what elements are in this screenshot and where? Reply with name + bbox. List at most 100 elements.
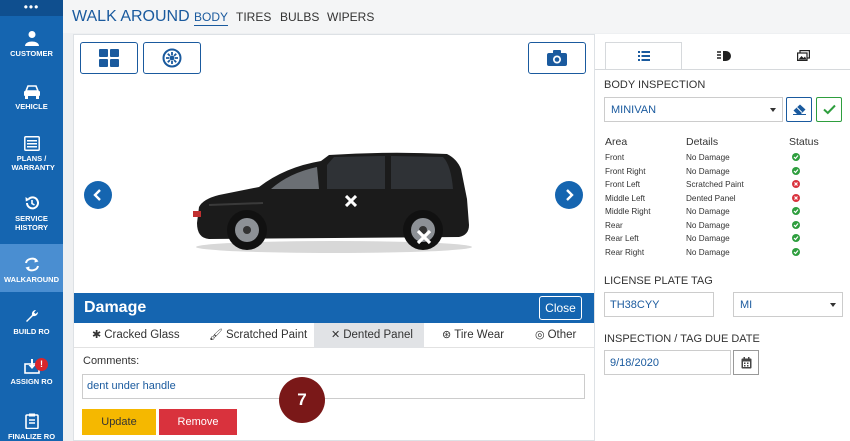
sidebar-item-finalize-ro[interactable]: FINALIZE RO	[0, 413, 63, 441]
tab-tires[interactable]: TIRES	[236, 10, 271, 24]
sidebar-item-vehicle[interactable]: VEHICLE	[0, 85, 63, 111]
table-row[interactable]: Front No Damage	[605, 153, 845, 167]
images-icon	[797, 50, 810, 61]
column-header-details: Details	[686, 136, 719, 148]
sidebar-item-plans-warranty[interactable]: PLANS / WARRANTY	[0, 136, 63, 172]
tab-divider	[595, 69, 850, 70]
tab-other[interactable]: ◎ Other	[535, 323, 576, 348]
sidebar-menu-toggle[interactable]: •••	[0, 0, 63, 16]
calendar-button[interactable]	[733, 350, 759, 375]
tab-checklist[interactable]	[605, 42, 682, 69]
asterisk-icon: ✱	[92, 329, 102, 341]
area-cell: Rear Right	[605, 247, 645, 257]
check-circle-icon	[792, 153, 800, 161]
grid-view-button[interactable]	[80, 42, 138, 74]
list-icon	[23, 136, 40, 151]
history-icon	[25, 196, 39, 210]
area-cell: Front	[605, 153, 625, 162]
person-icon	[24, 31, 39, 46]
column-header-status: Status	[789, 136, 819, 148]
chevron-down-icon	[830, 303, 836, 307]
x-icon: ✕	[331, 329, 341, 341]
vehicle-type-select[interactable]: MINIVAN	[604, 97, 783, 122]
tab-scratched-paint[interactable]: 🖌 Scratched Paint	[209, 323, 307, 348]
state-select[interactable]: MI	[733, 292, 843, 317]
tab-label: Dented Panel	[343, 329, 413, 341]
damage-marker[interactable]	[344, 194, 358, 212]
area-cell: Rear	[605, 220, 623, 230]
remove-button[interactable]: Remove	[159, 409, 237, 435]
body-inspection-label: BODY INSPECTION	[604, 79, 706, 91]
calendar-icon	[741, 356, 751, 368]
refresh-icon	[24, 257, 39, 272]
tab-wipers[interactable]: WIPERS	[327, 10, 374, 24]
sidebar-item-label: ASSIGN RO	[10, 377, 53, 386]
details-cell: No Damage	[686, 234, 730, 243]
check-circle-icon	[792, 247, 800, 256]
update-button[interactable]: Update	[82, 409, 156, 435]
license-plate-input[interactable]: TH38CYY	[604, 292, 714, 317]
confirm-button[interactable]	[816, 97, 842, 122]
sidebar-item-assign-ro[interactable]: ! ASSIGN RO	[0, 358, 63, 386]
tab-label: Cracked Glass	[104, 329, 180, 341]
details-cell: Dented Panel	[686, 193, 736, 203]
brush-icon: 🖌	[209, 329, 223, 341]
tab-tire-wear[interactable]: ⊛ Tire Wear	[442, 323, 504, 348]
close-button[interactable]: Close	[539, 296, 582, 320]
x-icon	[344, 194, 358, 208]
vehicle-type-value: MINIVAN	[611, 104, 657, 116]
tab-bulbs[interactable]: BULBS	[280, 10, 319, 24]
table-row[interactable]: Rear No Damage	[605, 220, 845, 235]
tab-body[interactable]: BODY	[194, 10, 229, 26]
header: WALK AROUND BODY TIRES BULBS WIPERS	[63, 0, 850, 33]
x-circle-icon	[792, 180, 800, 188]
inspection-panel: BODY INSPECTION MINIVAN Area Details Sta…	[595, 34, 850, 441]
tab-photos[interactable]	[765, 42, 842, 69]
target-icon: ◎	[535, 329, 545, 341]
check-circle-icon	[792, 234, 800, 242]
sidebar-item-label: WALKAROUND	[4, 275, 59, 284]
sidebar-item-label: PLANS / WARRANTY	[11, 154, 55, 172]
vehicle-panel: Damage Close ✱ Cracked Glass 🖌 Scratched P…	[73, 34, 595, 441]
notification-badge: !	[35, 358, 48, 371]
camera-button[interactable]	[528, 42, 586, 74]
grid-icon	[99, 49, 119, 67]
table-row[interactable]: Rear Left No Damage	[605, 234, 845, 248]
wheel-view-button[interactable]	[143, 42, 201, 74]
headlight-icon	[716, 50, 731, 61]
sidebar-item-service-history[interactable]: SERVICE HISTORY	[0, 195, 63, 232]
tire-icon	[162, 48, 182, 68]
sidebar-item-build-ro[interactable]: BUILD RO	[0, 308, 63, 336]
chevron-left-icon	[93, 189, 101, 201]
details-cell: No Damage	[686, 153, 730, 162]
tab-cracked-glass[interactable]: ✱ Cracked Glass	[92, 323, 180, 348]
chevron-right-icon	[566, 189, 574, 201]
due-date-input[interactable]: 9/18/2020	[604, 350, 731, 375]
check-circle-icon	[792, 166, 800, 175]
previous-view-button[interactable]	[84, 181, 112, 209]
comments-input[interactable]: dent under handle	[82, 374, 585, 399]
area-cell: Front Right	[605, 166, 646, 176]
table-row[interactable]: Front Right No Damage	[605, 166, 845, 181]
table-row[interactable]: Middle Right No Damage	[605, 207, 845, 221]
x-circle-icon	[792, 193, 800, 202]
sidebar-item-walkaround[interactable]: WALKAROUND	[0, 244, 63, 292]
table-row[interactable]: Rear Right No Damage	[605, 247, 845, 262]
sidebar-item-label: SERVICE HISTORY	[15, 214, 48, 232]
area-cell: Rear Left	[605, 234, 639, 243]
tab-lights[interactable]	[685, 42, 762, 69]
tab-label: Other	[547, 329, 577, 341]
clear-button[interactable]	[786, 97, 812, 122]
tab-dented-panel[interactable]: ✕ Dented Panel	[314, 323, 424, 348]
comments-label: Comments:	[83, 355, 140, 367]
list-icon	[637, 51, 650, 61]
camera-icon	[547, 50, 567, 66]
page-title: WALK AROUND	[72, 8, 190, 25]
column-header-area: Area	[605, 136, 628, 148]
table-row[interactable]: Middle Left Dented Panel	[605, 193, 845, 208]
next-view-button[interactable]	[555, 181, 583, 209]
sidebar-item-customer[interactable]: CUSTOMER	[0, 30, 63, 58]
wrench-icon	[25, 309, 38, 322]
table-row[interactable]: Front Left Scratched Paint	[605, 180, 845, 194]
damage-header: Damage Close	[74, 293, 594, 323]
